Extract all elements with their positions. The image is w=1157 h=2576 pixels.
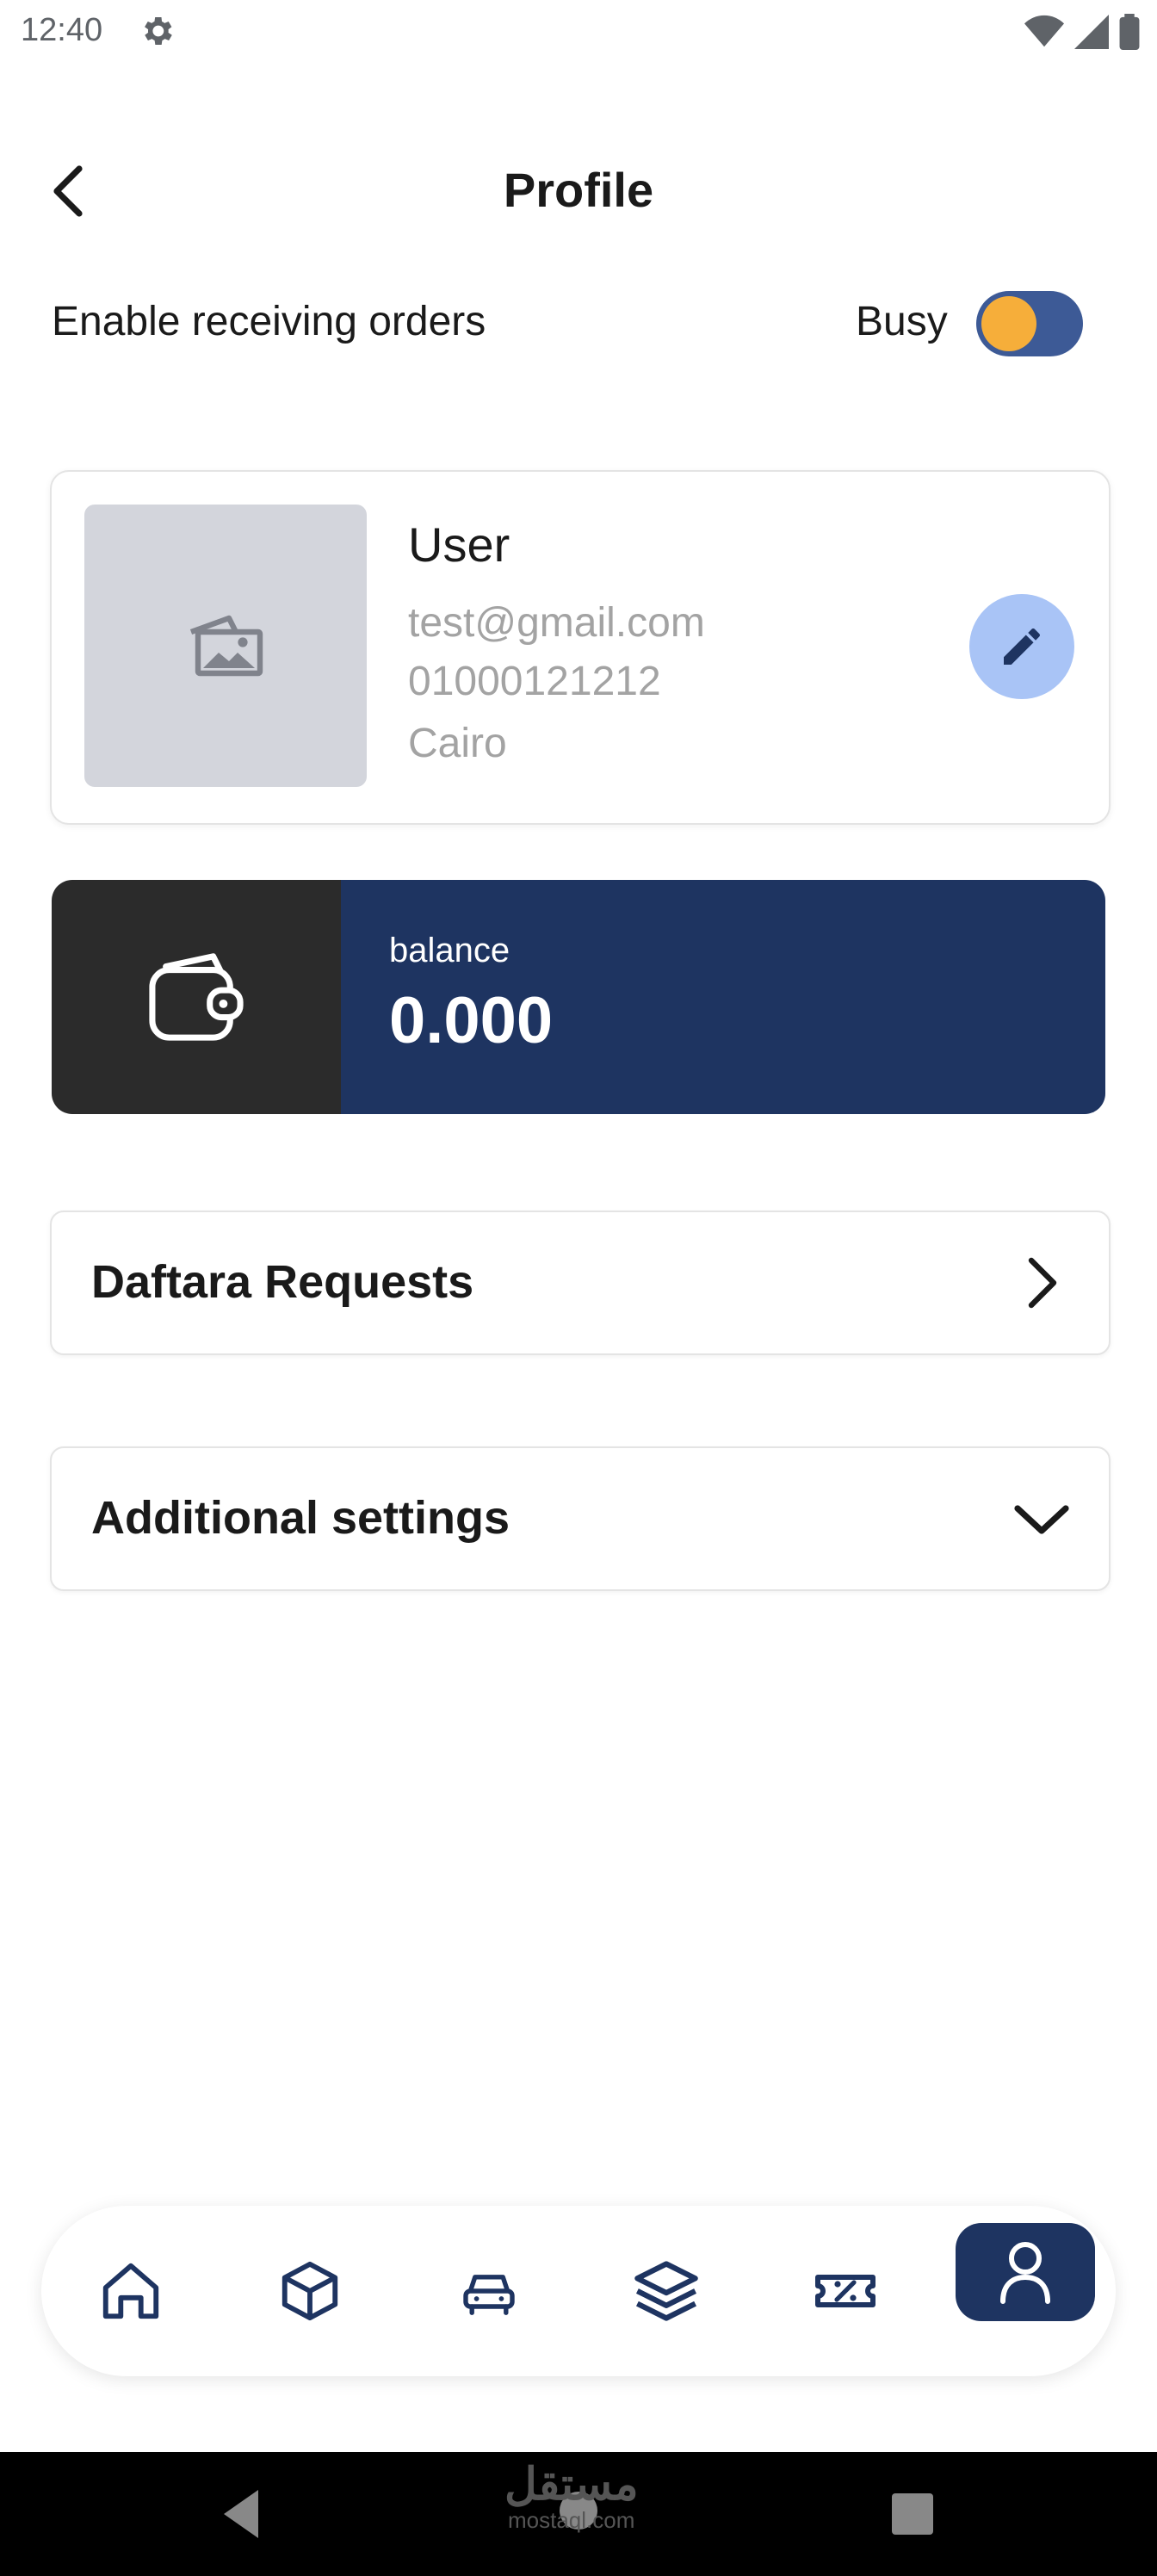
busy-status-label: Busy [856,299,948,344]
car-icon [463,2275,515,2315]
balance-value: 0.000 [389,984,554,1057]
discount-ticket-icon [815,2275,875,2307]
watermark-url: mostaql.com [508,2507,635,2533]
nav-products[interactable] [267,2237,353,2345]
toggle-knob [981,296,1036,351]
system-back-icon[interactable] [217,2486,265,2542]
receiving-orders-label: Enable receiving orders [52,299,486,344]
user-city: Cairo [408,721,507,766]
user-email: test@gmail.com [408,600,705,646]
layers-icon [634,2261,698,2321]
settings-gear-icon [145,17,172,45]
additional-settings-row[interactable]: Additional settings [50,1446,1111,1591]
daftara-requests-row[interactable]: Daftara Requests [50,1211,1111,1355]
daftara-requests-label: Daftara Requests [91,1256,474,1308]
additional-settings-label: Additional settings [91,1492,510,1544]
box-icon [282,2261,338,2321]
watermark-logo: مستقل [504,2460,639,2510]
status-icons [1024,14,1140,50]
nav-profile[interactable] [956,2223,1095,2321]
system-navigation-bar: مستقل mostaql.com [0,2452,1157,2576]
profile-icon [1000,2242,1050,2304]
user-phone: 01000121212 [408,659,661,704]
balance-card: balance 0.000 [52,880,1105,1114]
balance-label: balance [389,932,510,969]
edit-profile-button[interactable] [969,594,1074,699]
wallet-panel [52,880,341,1114]
wifi-icon [1024,15,1064,47]
nav-offers[interactable] [802,2237,888,2345]
balance-panel: balance 0.000 [341,880,1105,1114]
system-recents-icon[interactable] [892,2493,933,2535]
image-placeholder-icon [189,615,263,677]
avatar-placeholder[interactable] [84,505,367,787]
user-name: User [408,517,510,572]
signal-icon [1074,15,1109,49]
nav-deliveries[interactable] [446,2237,532,2345]
pencil-icon [1004,628,1040,665]
nav-home[interactable] [88,2237,174,2345]
home-icon [102,2263,159,2319]
wallet-icon [149,953,244,1041]
battery-icon [1119,14,1140,50]
page-title: Profile [503,163,654,217]
chevron-right-icon [1028,1257,1057,1309]
receiving-orders-toggle[interactable] [976,291,1083,356]
nav-categories[interactable] [623,2237,709,2345]
status-time: 12:40 [21,12,103,48]
chevron-down-icon [1014,1505,1069,1534]
bottom-navigation [41,2206,1116,2376]
